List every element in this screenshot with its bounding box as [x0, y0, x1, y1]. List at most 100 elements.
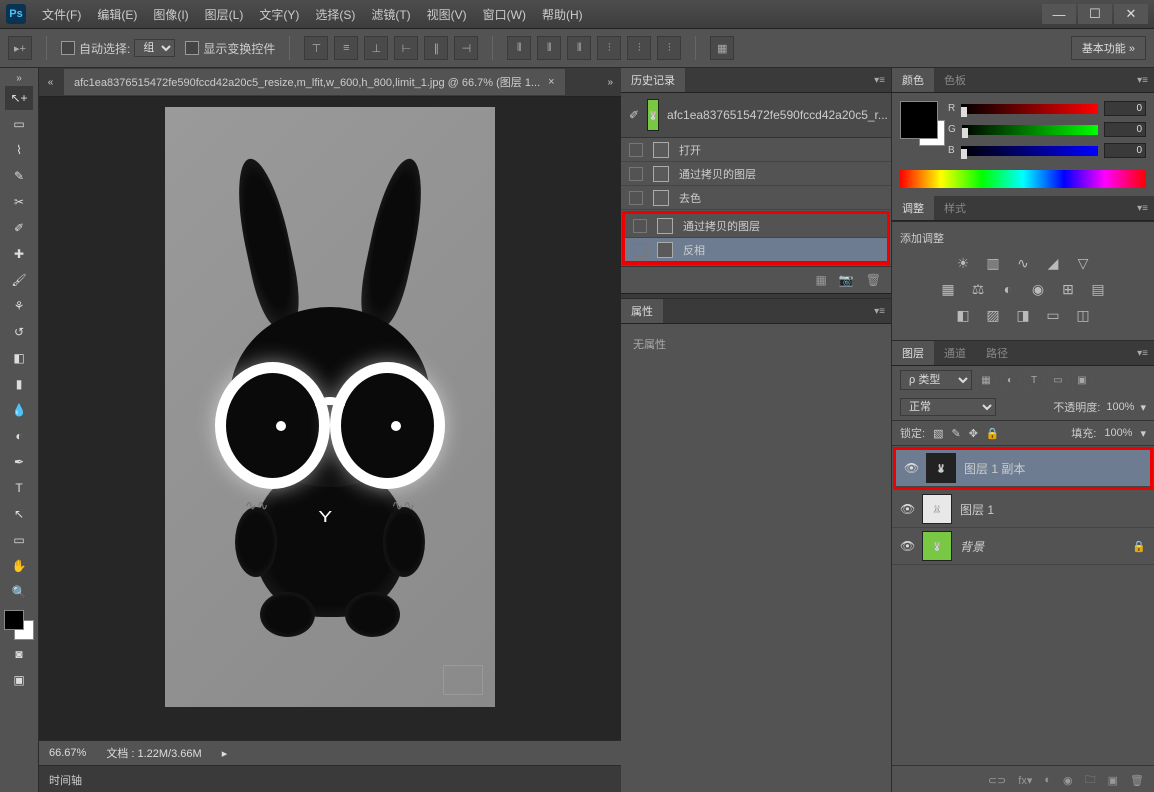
align-left-icon[interactable]: ⊢ [394, 36, 418, 60]
move-tool[interactable]: ↖+ [5, 86, 33, 110]
screen-mode-tool[interactable]: ▣ [5, 668, 33, 692]
history-snapshot[interactable]: ✐ 🐰 afc1ea8376515472fe590fccd42a20c5_r..… [621, 93, 891, 138]
lock-transparent-icon[interactable]: ▧ [933, 427, 943, 440]
balance-icon[interactable]: ⚖ [968, 280, 988, 298]
tab-swatches[interactable]: 色板 [934, 68, 976, 92]
pen-tool[interactable]: ✒ [5, 450, 33, 474]
lock-position-icon[interactable]: ✥ [969, 427, 978, 440]
menu-help[interactable]: 帮助(H) [536, 3, 589, 26]
toolbox-collapse-icon[interactable]: » [12, 72, 27, 84]
dist-icon[interactable]: ⫴ [567, 36, 591, 60]
blur-tool[interactable]: 💧 [5, 398, 33, 422]
menu-select[interactable]: 选择(S) [309, 3, 361, 26]
visibility-icon[interactable]: 👁 [900, 502, 914, 516]
filter-type-icon[interactable]: T [1024, 370, 1044, 390]
align-vcenter-icon[interactable]: ≡ [334, 36, 358, 60]
brush-tool[interactable]: 🖌 [5, 268, 33, 292]
path-select-tool[interactable]: ↖ [5, 502, 33, 526]
color-spectrum[interactable] [900, 170, 1146, 188]
delete-icon[interactable]: 🗑 [866, 273, 881, 287]
auto-select-option[interactable]: 自动选择: 组 [61, 39, 175, 57]
layer-item-selected[interactable]: 👁 🐰 图层 1 副本 [896, 450, 1150, 487]
close-button[interactable]: ✕ [1114, 4, 1148, 24]
panel-menu-icon[interactable]: ▾≡ [1131, 203, 1154, 214]
healing-tool[interactable]: ✚ [5, 242, 33, 266]
marquee-tool[interactable]: ▭ [5, 112, 33, 136]
tab-channels[interactable]: 通道 [934, 341, 976, 365]
fg-bg-color[interactable] [4, 610, 34, 640]
menu-type[interactable]: 文字(Y) [253, 3, 305, 26]
history-item[interactable]: 去色 [621, 186, 891, 210]
tab-layers[interactable]: 图层 [892, 341, 934, 365]
filter-kind-dropdown[interactable]: ρ 类型 [900, 370, 972, 390]
panel-menu-icon[interactable]: ▾≡ [868, 75, 891, 86]
type-tool[interactable]: T [5, 476, 33, 500]
b-input[interactable] [1104, 143, 1146, 158]
hand-tool[interactable]: ✋ [5, 554, 33, 578]
new-doc-from-state-icon[interactable]: ▦ [815, 273, 826, 287]
menu-layer[interactable]: 图层(L) [199, 3, 250, 26]
r-slider[interactable] [961, 104, 1098, 114]
fill-value[interactable]: 100% [1104, 427, 1132, 439]
exposure-icon[interactable]: ◢ [1043, 254, 1063, 272]
gradient-tool[interactable]: ▮ [5, 372, 33, 396]
show-transform-option[interactable]: 显示变换控件 [185, 40, 275, 57]
checkbox-icon[interactable] [185, 41, 199, 55]
group-icon[interactable]: 🗀 [1085, 771, 1096, 790]
visibility-icon[interactable]: 👁 [904, 461, 918, 475]
dist-icon[interactable]: ⫶ [657, 36, 681, 60]
dist-icon[interactable]: ⫶ [597, 36, 621, 60]
g-slider[interactable] [962, 125, 1098, 135]
curves-icon[interactable]: ∿ [1013, 254, 1033, 272]
blend-mode-dropdown[interactable]: 正常 [900, 398, 996, 416]
tab-adjustments[interactable]: 调整 [892, 196, 934, 220]
maximize-button[interactable]: ☐ [1078, 4, 1112, 24]
checkbox-icon[interactable] [61, 41, 75, 55]
minimize-button[interactable]: — [1042, 4, 1076, 24]
zoom-tool[interactable]: 🔍 [5, 580, 33, 604]
brightness-icon[interactable]: ☀ [953, 254, 973, 272]
hue-icon[interactable]: ▦ [938, 280, 958, 298]
tab-styles[interactable]: 样式 [934, 196, 976, 220]
status-arrow-icon[interactable]: ▸ [222, 747, 228, 760]
menu-file[interactable]: 文件(F) [36, 3, 87, 26]
dodge-tool[interactable]: ◐ [5, 424, 33, 448]
tab-scroll-right-icon[interactable]: » [607, 77, 613, 88]
tab-history[interactable]: 历史记录 [621, 68, 685, 92]
crop-tool[interactable]: ✂ [5, 190, 33, 214]
layer-item[interactable]: 👁 🐰 背景 🔒 [892, 528, 1154, 565]
document-tab[interactable]: afc1ea8376515472fe590fccd42a20c5_resize,… [64, 69, 565, 95]
align-right-icon[interactable]: ⊣ [454, 36, 478, 60]
tab-properties[interactable]: 属性 [621, 299, 663, 323]
dist-icon[interactable]: ⫶ [627, 36, 651, 60]
invert-icon[interactable]: ◧ [953, 306, 973, 324]
menu-view[interactable]: 视图(V) [421, 3, 473, 26]
stamp-tool[interactable]: ⚘ [5, 294, 33, 318]
history-item[interactable]: 通过拷贝的图层 [621, 162, 891, 186]
selective-icon[interactable]: ◫ [1073, 306, 1093, 324]
g-input[interactable] [1104, 122, 1146, 137]
panel-menu-icon[interactable]: ▾≡ [868, 306, 891, 317]
menu-image[interactable]: 图像(I) [147, 3, 194, 26]
panel-menu-icon[interactable]: ▾≡ [1131, 75, 1154, 86]
tab-scroll-left-icon[interactable]: « [43, 76, 58, 88]
mask-icon[interactable]: ◐ [1044, 774, 1051, 786]
align-hcenter-icon[interactable]: ∥ [424, 36, 448, 60]
zoom-level[interactable]: 66.67% [49, 747, 86, 759]
tab-paths[interactable]: 路径 [976, 341, 1018, 365]
history-item[interactable]: 打开 [621, 138, 891, 162]
bw-icon[interactable]: ◐ [998, 280, 1018, 298]
vibrance-icon[interactable]: ▽ [1073, 254, 1093, 272]
adjustment-icon[interactable]: ◉ [1063, 774, 1073, 787]
quickmask-tool[interactable]: ◙ [5, 642, 33, 666]
history-brush-tool[interactable]: ↺ [5, 320, 33, 344]
dist-icon[interactable]: ⫴ [537, 36, 561, 60]
auto-select-dropdown[interactable]: 组 [134, 39, 175, 57]
tab-close-icon[interactable]: × [548, 76, 554, 88]
canvas-viewport[interactable]: ∿∿∿∿ Y [39, 97, 621, 740]
eraser-tool[interactable]: ◧ [5, 346, 33, 370]
align-top-icon[interactable]: ⊤ [304, 36, 328, 60]
r-input[interactable] [1104, 101, 1146, 116]
map-icon[interactable]: ▭ [1043, 306, 1063, 324]
quick-select-tool[interactable]: ✎ [5, 164, 33, 188]
